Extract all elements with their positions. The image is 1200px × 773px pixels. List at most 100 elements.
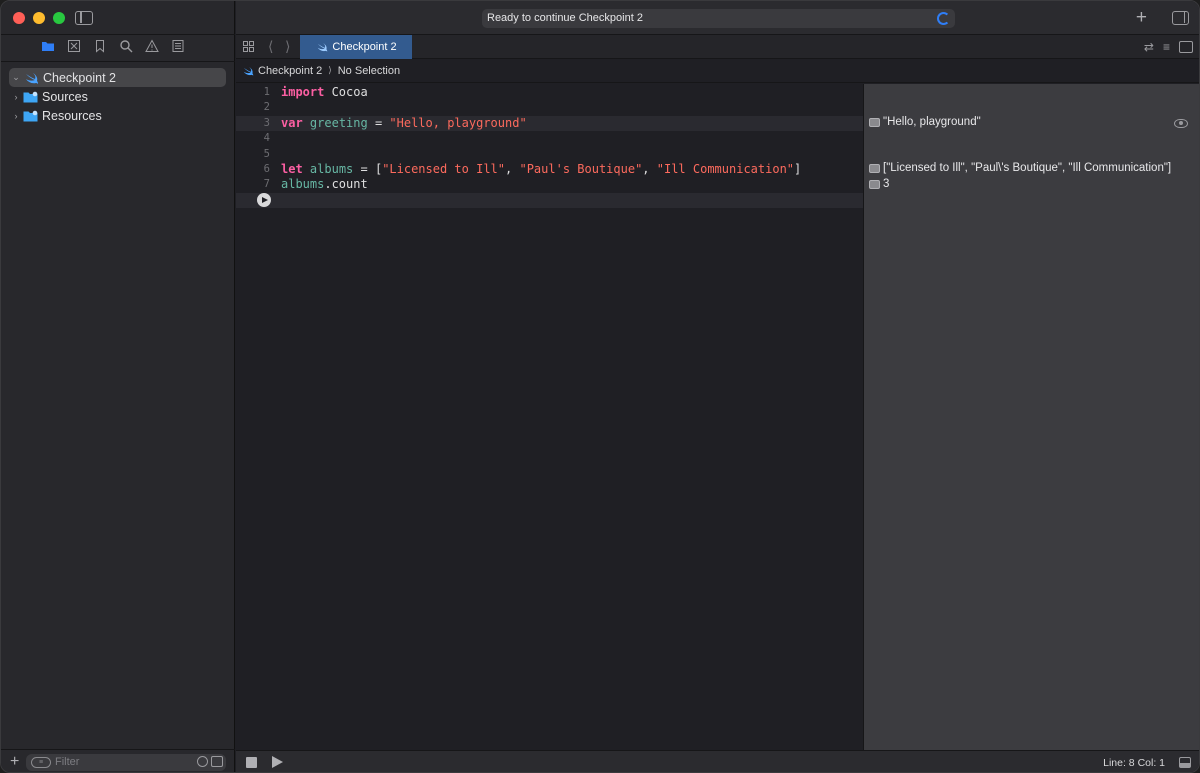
editor-options-icon[interactable]: ≡	[1163, 40, 1170, 54]
code-line[interactable]: 2	[236, 100, 863, 115]
swift-icon	[318, 43, 328, 52]
chevron-right-icon[interactable]: ›	[9, 111, 23, 121]
breadcrumb-file[interactable]: Checkpoint 2	[258, 65, 322, 77]
line-number: 2	[263, 101, 270, 114]
code-token: = [	[353, 162, 383, 176]
navigator-selector	[41, 39, 185, 53]
breadcrumb-selection[interactable]: No Selection	[338, 65, 400, 77]
add-editor-icon[interactable]	[1179, 41, 1193, 53]
code-token: let	[281, 162, 303, 176]
tree-item-sources[interactable]: › Sources	[9, 87, 226, 106]
stop-icon[interactable]	[246, 757, 257, 768]
code-line[interactable]: 5	[236, 147, 863, 162]
tree-item-resources[interactable]: › Resources	[9, 106, 226, 125]
code-token: var	[281, 115, 303, 130]
code-line[interactable]: 4	[236, 131, 863, 146]
chevron-right-icon: ⟩	[328, 65, 332, 75]
code-text: let albums = ["Licensed to Ill", "Paul's…	[281, 162, 801, 177]
main-area: Ready to continue Checkpoint 2 + ⟨ ⟩ Che…	[236, 1, 1199, 772]
sidebar-toggle-icon[interactable]	[75, 11, 93, 25]
result-value: "Hello, playground"	[883, 116, 981, 128]
code-token: ]	[794, 162, 802, 176]
debug-area-toggle-icon[interactable]	[1179, 757, 1191, 768]
line-number: 5	[263, 147, 270, 160]
bookmark-icon[interactable]	[93, 39, 107, 53]
folder-icon	[23, 91, 38, 102]
library-button[interactable]: +	[1136, 7, 1147, 29]
result-icon[interactable]	[869, 164, 880, 173]
play-icon[interactable]	[272, 756, 283, 768]
filter-icon[interactable]: ≡	[31, 756, 51, 768]
folder-icon	[23, 110, 38, 121]
tab-checkpoint-2[interactable]: Checkpoint 2	[300, 35, 412, 59]
zoom-window-button[interactable]	[53, 12, 65, 24]
code-token: .count	[324, 177, 368, 192]
tree-item-label: Checkpoint 2	[43, 70, 116, 85]
code-token: import	[281, 85, 325, 99]
forward-arrow-icon[interactable]: ⟩	[285, 38, 290, 55]
source-control-filter-icon[interactable]	[211, 755, 223, 767]
line-number: 4	[263, 132, 270, 145]
report-icon[interactable]	[171, 39, 185, 53]
result-icon[interactable]	[869, 180, 880, 189]
quick-look-eye-icon[interactable]	[1174, 119, 1188, 128]
recent-files-icon[interactable]	[197, 755, 208, 767]
back-arrow-icon[interactable]: ⟨	[268, 38, 273, 55]
source-control-icon[interactable]	[67, 39, 81, 53]
code-token: "Paul's Boutique"	[519, 162, 643, 176]
line-number: 1	[263, 86, 270, 98]
editor-options: ⇄ ≡	[1144, 40, 1193, 54]
activity-status: Ready to continue Checkpoint 2	[487, 12, 643, 24]
filter-options	[197, 755, 223, 767]
folder-icon[interactable]	[41, 39, 55, 53]
add-file-button[interactable]: +	[10, 753, 22, 771]
code-text: import Cocoa	[281, 85, 368, 100]
cursor-position: Line: 8 Col: 1	[1103, 757, 1165, 769]
swift-icon	[26, 72, 38, 84]
tree-item-label: Sources	[42, 89, 88, 104]
code-token: greeting	[309, 115, 368, 130]
window-controls	[13, 12, 65, 24]
tree-item-checkpoint-2[interactable]: ⌄ Checkpoint 2	[9, 68, 226, 87]
run-line-button[interactable]	[257, 193, 271, 208]
swift-icon	[243, 66, 254, 76]
grid-icon[interactable]	[243, 41, 254, 52]
code-line[interactable]: 1 import Cocoa	[236, 85, 863, 100]
line-number: 6	[263, 163, 270, 175]
results-sidebar: "Hello, playground" ["Licensed to Ill", …	[863, 84, 1199, 750]
activity-viewer: Ready to continue Checkpoint 2	[482, 9, 955, 28]
toolbar: Ready to continue Checkpoint 2 +	[236, 1, 1199, 35]
navigator-footer: + ≡ Filter	[1, 749, 235, 772]
code-line[interactable]: 7 albums.count	[236, 177, 863, 192]
project-tree: ⌄ Checkpoint 2 › Sources › Resources	[9, 68, 226, 125]
result-icon[interactable]	[869, 118, 880, 127]
code-token: albums	[309, 162, 354, 176]
code-line[interactable]: 6 let albums = ["Licensed to Ill", "Paul'…	[236, 162, 863, 177]
tab-label: Checkpoint 2	[332, 41, 397, 53]
code-token: ,	[642, 162, 657, 176]
chevron-down-icon[interactable]: ⌄	[9, 72, 23, 83]
close-window-button[interactable]	[13, 12, 25, 24]
code-token: "Licensed to Ill"	[382, 162, 506, 176]
minimize-window-button[interactable]	[33, 12, 45, 24]
divider	[1, 61, 235, 62]
warning-icon[interactable]	[145, 39, 159, 53]
code-line[interactable]	[236, 192, 863, 209]
line-number: 3	[263, 116, 270, 129]
result-count[interactable]: 3	[869, 177, 889, 192]
code-token: ,	[505, 162, 520, 176]
swap-arrows-icon[interactable]: ⇄	[1144, 40, 1154, 54]
filter-field[interactable]: ≡ Filter	[26, 753, 226, 771]
inspector-toggle-icon[interactable]	[1172, 11, 1189, 25]
result-greeting[interactable]: "Hello, playground"	[869, 115, 981, 130]
chevron-right-icon[interactable]: ›	[9, 92, 23, 102]
source-editor[interactable]: 1 import Cocoa 2 3 var greeting = "Hello, pl…	[236, 84, 863, 750]
code-text: var greeting = "Hello, playground"	[281, 116, 527, 131]
search-icon[interactable]	[119, 39, 133, 53]
code-token: "Ill Communication"	[656, 162, 795, 176]
debug-bar: Line: 8 Col: 1	[236, 750, 1199, 772]
result-albums[interactable]: ["Licensed to Ill", "Paul\'s Boutique", …	[869, 161, 1171, 176]
code-line[interactable]: 3 var greeting = "Hello, playground"	[236, 115, 863, 132]
